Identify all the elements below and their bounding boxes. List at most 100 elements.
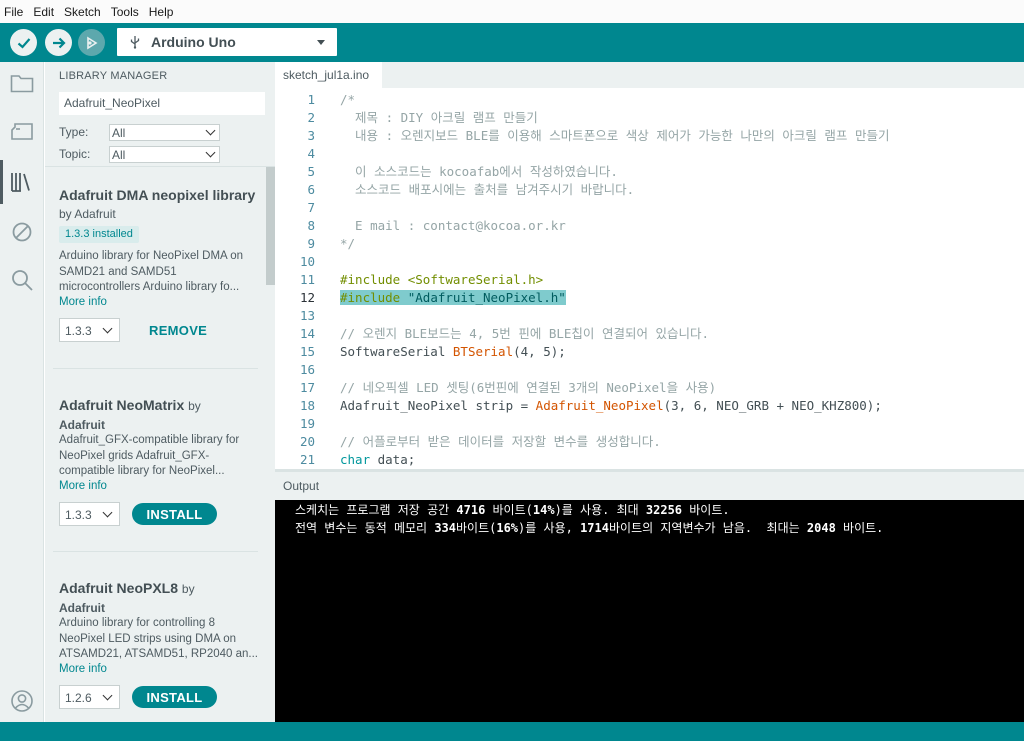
version-select[interactable]: 1.3.3 xyxy=(59,502,120,526)
code-line: 8 E mail : contact@kocoa.or.kr xyxy=(275,217,1024,235)
debug-icon xyxy=(86,36,98,49)
code-line: 17 // 네오픽셀 LED 셋팅(6번핀에 연결된 3개의 NeoPixel을 … xyxy=(275,379,1024,397)
line-number: 15 xyxy=(299,344,315,359)
library-search-input[interactable]: Adafruit_NeoPixel xyxy=(59,92,265,115)
user-icon xyxy=(11,690,33,712)
code-line: 3 내용 : 오렌지보드 BLE를 이용해 스마트폰으로 색상 제어가 가능한 … xyxy=(275,127,1024,145)
topic-select[interactable]: All xyxy=(109,146,220,163)
code-line: 16 xyxy=(275,361,1024,379)
arrow-right-icon xyxy=(52,37,66,48)
code-text: SoftwareSerial BTSerial(4, 5); xyxy=(340,344,566,359)
version-value: 1.3.3 xyxy=(65,508,92,522)
checkmark-icon xyxy=(17,37,30,49)
code-line: 14 // 오렌지 BLE보드는 4, 5번 핀에 BLE칩이 연결되어 있습니다… xyxy=(275,325,1024,343)
editor-tab-strip: sketch_jul1a.ino xyxy=(275,62,1024,88)
line-number: 3 xyxy=(307,128,315,143)
chevron-down-icon xyxy=(205,147,216,158)
line-number: 1 xyxy=(307,92,315,107)
menu-file[interactable]: File xyxy=(4,5,23,19)
code-line: 10 xyxy=(275,253,1024,271)
menu-help[interactable]: Help xyxy=(149,5,174,19)
menu-sketch[interactable]: Sketch xyxy=(64,5,101,19)
code-line: 13 xyxy=(275,307,1024,325)
code-line: 1 /* xyxy=(275,91,1024,109)
verify-button[interactable] xyxy=(10,29,37,56)
code-line: 9 */ xyxy=(275,235,1024,253)
code-text: #include <SoftwareSerial.h> xyxy=(340,272,544,287)
boards-manager-button[interactable] xyxy=(9,118,35,144)
debug-button[interactable] xyxy=(78,29,105,56)
output-line: 전역 변수는 동적 메모리 334바이트(16%)를 사용, 1714바이트의 … xyxy=(295,521,884,535)
toolbar: Arduino Uno xyxy=(0,23,1024,62)
type-label: Type: xyxy=(59,125,89,139)
line-number: 13 xyxy=(299,308,315,323)
code-text: char data; xyxy=(340,452,416,467)
line-number: 11 xyxy=(299,272,315,287)
library-description: Arduino library for NeoPixel DMA on SAMD… xyxy=(59,250,244,293)
code-line: 4 xyxy=(275,145,1024,163)
topic-select-value: All xyxy=(112,148,126,162)
library-description: Arduino library for controlling 8 NeoPix… xyxy=(59,617,258,660)
sketchbook-button[interactable] xyxy=(9,70,35,96)
output-line: 스케치는 프로그램 저장 공간 4716 바이트(14%)를 사용. 최대 32… xyxy=(295,503,730,517)
version-select[interactable]: 1.3.3 xyxy=(59,318,120,342)
code-line: 2 제목 : DIY 아크릴 램프 만들기 xyxy=(275,109,1024,127)
version-value: 1.3.3 xyxy=(65,324,92,338)
board-selector[interactable]: Arduino Uno xyxy=(117,28,337,56)
line-number: 17 xyxy=(299,380,315,395)
debug-panel-button[interactable] xyxy=(9,219,35,245)
line-number: 18 xyxy=(299,398,315,413)
version-select[interactable]: 1.2.6 xyxy=(59,685,120,709)
active-indicator xyxy=(0,160,3,204)
line-number: 5 xyxy=(307,164,315,179)
code-line: 11 #include <SoftwareSerial.h> xyxy=(275,271,1024,289)
chevron-down-icon xyxy=(317,40,325,45)
tab-sketch[interactable]: sketch_jul1a.ino xyxy=(275,62,382,88)
code-text: #include "Adafruit_NeoPixel.h" xyxy=(340,290,566,305)
menu-edit[interactable]: Edit xyxy=(33,5,54,19)
library-icon xyxy=(11,173,30,192)
code-line: 12 #include "Adafruit_NeoPixel.h" xyxy=(275,289,1024,307)
type-select[interactable]: All xyxy=(109,124,220,141)
status-bar xyxy=(0,722,1024,741)
code-text: // 네오픽셀 LED 셋팅(6번핀에 연결된 3개의 NeoPixel을 사용… xyxy=(340,380,717,395)
scrollbar-thumb[interactable] xyxy=(266,167,275,285)
library-by: by xyxy=(188,399,201,413)
chevron-down-icon xyxy=(102,507,113,518)
more-info-link[interactable]: More info xyxy=(59,296,107,308)
line-number: 12 xyxy=(299,290,315,305)
code-editor[interactable]: 1/* 2 제목 : DIY 아크릴 램프 만들기 3 내용 : 오렌지보드 BLE… xyxy=(275,88,1024,469)
type-select-value: All xyxy=(112,126,126,140)
code-text: 제목 : DIY 아크릴 램프 만들기 xyxy=(340,110,538,125)
library-author: by Adafruit xyxy=(59,207,116,221)
more-info-link[interactable]: More info xyxy=(59,480,107,492)
library-author: Adafruit xyxy=(59,418,105,432)
install-button[interactable]: INSTALL xyxy=(132,503,217,525)
install-button[interactable]: INSTALL xyxy=(132,686,217,708)
code-line: 20 // 어플로부터 받은 데이터를 저장할 변수를 생성합니다. xyxy=(275,433,1024,451)
line-number: 21 xyxy=(299,452,315,467)
usb-icon xyxy=(130,36,140,49)
library-manager-button[interactable] xyxy=(9,169,35,195)
search-button[interactable] xyxy=(9,267,35,293)
upload-button[interactable] xyxy=(45,29,72,56)
library-by: by xyxy=(181,582,195,596)
output-console[interactable]: 스케치는 프로그램 저장 공간 4716 바이트(14%)를 사용. 최대 32… xyxy=(275,500,1024,722)
code-text: // 오렌지 BLE보드는 4, 5번 핀에 BLE칩이 연결되어 있습니다. xyxy=(340,326,710,341)
code-text: 이 소스코드는 kocoafab에서 작성하였습니다. xyxy=(340,164,618,179)
code-text: */ xyxy=(340,236,356,251)
library-manager-panel: LIBRARY MANAGER Adafruit_NeoPixel Type: … xyxy=(45,62,275,722)
line-number: 6 xyxy=(307,182,315,197)
line-number: 2 xyxy=(307,110,315,125)
account-button[interactable] xyxy=(9,688,35,714)
code-text: 소스코드 배포시에는 출처를 남겨주시기 바랍니다. xyxy=(340,182,635,197)
remove-button[interactable]: REMOVE xyxy=(149,323,207,338)
more-info-link[interactable]: More info xyxy=(59,663,107,675)
board-name: Arduino Uno xyxy=(151,34,236,50)
menu-tools[interactable]: Tools xyxy=(111,5,139,19)
output-title: Output xyxy=(283,479,320,493)
output-header: Output xyxy=(275,472,1024,500)
code-line: 7 xyxy=(275,199,1024,217)
library-name: Adafruit NeoPXL8 by Adafruit xyxy=(59,579,259,617)
topic-label: Topic: xyxy=(59,147,91,161)
